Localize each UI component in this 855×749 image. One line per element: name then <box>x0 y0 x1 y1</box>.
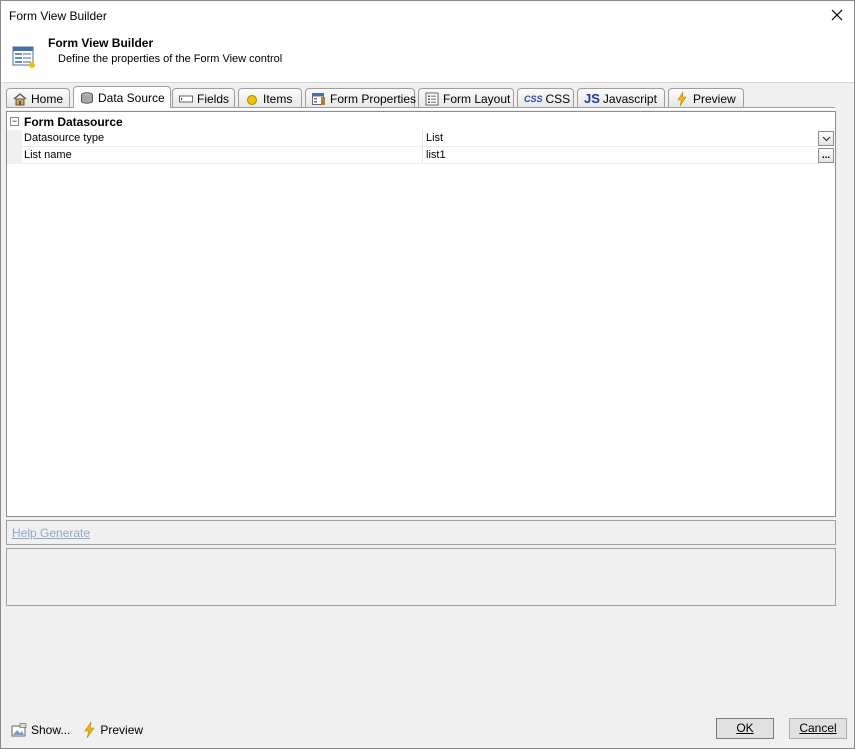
category-label: Form Datasource <box>24 115 123 129</box>
textbox-icon <box>179 92 193 106</box>
tab-home[interactable]: Home <box>6 88 70 108</box>
help-generate-link[interactable]: Help Generate <box>12 526 90 540</box>
show-label: Show... <box>31 723 71 737</box>
image-icon <box>11 723 27 737</box>
ok-label: OK <box>736 721 754 735</box>
row-gutter <box>7 130 22 147</box>
show-button[interactable]: Show... <box>11 723 70 737</box>
ok-button[interactable]: OK <box>716 718 774 739</box>
cancel-button[interactable]: Cancel <box>789 718 847 739</box>
footer-tools: Show... Preview <box>11 722 155 738</box>
preview-label: Preview <box>100 723 144 737</box>
tab-items[interactable]: Items <box>238 88 302 108</box>
tab-form-layout[interactable]: Form Layout <box>418 88 514 108</box>
tab-label: Form Properties <box>330 91 417 106</box>
property-name[interactable]: List name <box>22 147 423 164</box>
cancel-label: Cancel <box>799 721 837 735</box>
header-subtitle: Define the properties of the Form View c… <box>58 53 283 65</box>
tab-label: Items <box>263 91 293 106</box>
tab-label: Data Source <box>98 90 165 105</box>
form-properties-icon <box>312 92 326 106</box>
property-grid[interactable]: − Form Datasource Datasource type List L… <box>6 111 836 517</box>
lightning-icon <box>675 91 689 106</box>
circle-icon <box>245 92 259 106</box>
help-panel: Help Generate <box>6 520 836 545</box>
tab-javascript[interactable]: JS Javascript <box>577 88 665 108</box>
tab-label: Preview <box>693 91 736 106</box>
dialog-header: Form View Builder Define the properties … <box>1 31 854 83</box>
tab-label: CSS <box>545 91 571 106</box>
close-icon[interactable] <box>826 4 848 26</box>
preview-button[interactable]: Preview <box>82 722 143 738</box>
lightning-icon <box>84 722 95 738</box>
home-icon <box>13 92 27 106</box>
js-icon: JS <box>584 91 600 106</box>
title-bar: Form View Builder <box>1 1 854 31</box>
tab-css[interactable]: CSS CSS <box>517 88 574 108</box>
property-value[interactable]: list1 <box>424 147 819 164</box>
tab-fields[interactable]: Fields <box>172 88 235 108</box>
tab-label: Javascript <box>602 91 657 106</box>
header-title: Form View Builder <box>48 36 154 50</box>
property-value[interactable]: List <box>424 130 819 147</box>
dialog-window: Form View Builder Form View Builder Defi… <box>0 0 855 749</box>
property-row-datasource-type[interactable]: Datasource type List <box>7 130 835 147</box>
css-icon: CSS <box>524 93 543 104</box>
tab-data-source[interactable]: Data Source <box>73 86 171 108</box>
tab-label: Home <box>31 91 64 106</box>
description-panel <box>6 548 836 606</box>
property-row-list-name[interactable]: List name list1 ... <box>7 147 835 164</box>
tab-label: Fields <box>197 91 230 106</box>
chevron-down-icon <box>822 136 830 141</box>
form-view-builder-icon <box>12 45 36 69</box>
layout-icon <box>425 92 439 106</box>
window-title: Form View Builder <box>9 9 107 23</box>
tab-preview[interactable]: Preview <box>668 88 744 108</box>
database-icon <box>80 91 94 105</box>
tab-label: Form Layout <box>443 91 511 106</box>
collapse-icon[interactable]: − <box>10 117 19 126</box>
tab-strip: Home Data Source Fields Items Form Prope… <box>6 86 851 108</box>
category-row[interactable]: − Form Datasource <box>7 113 835 130</box>
ellipsis-button[interactable]: ... <box>818 148 834 163</box>
row-gutter <box>7 147 22 164</box>
property-name[interactable]: Datasource type <box>22 130 423 147</box>
tab-form-properties[interactable]: Form Properties <box>305 88 417 108</box>
dropdown-button[interactable] <box>818 131 834 146</box>
